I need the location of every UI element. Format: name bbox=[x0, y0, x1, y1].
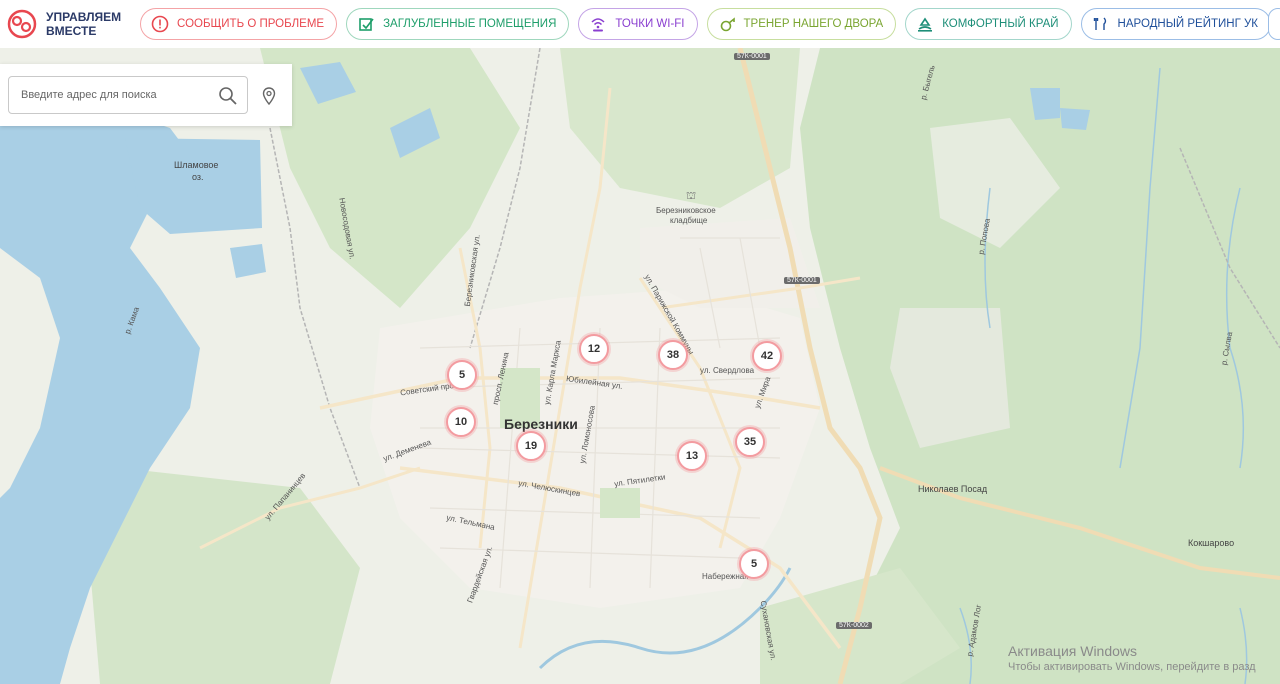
logo[interactable]: УПРАВЛЯЕМ ВМЕСТЕ bbox=[6, 8, 140, 40]
top-navigation-bar: УПРАВЛЯЕМ ВМЕСТЕ СООБЩИТЬ О ПРОБЛЕМЕ ЗАГ… bbox=[0, 0, 1280, 48]
nav-overflow-button[interactable] bbox=[1268, 8, 1280, 40]
place-label-ozero: оз. bbox=[192, 172, 204, 182]
wifi-points-label: ТОЧКИ WI-FI bbox=[615, 18, 685, 30]
road-sign: 57К-0001 bbox=[734, 53, 770, 60]
whistle-icon bbox=[718, 15, 736, 33]
place-label-cemetery-1: Березниковское bbox=[656, 206, 716, 215]
comfort-icon bbox=[916, 15, 934, 33]
map-base-layer bbox=[0, 48, 1280, 684]
road-sign: 57К-0002 bbox=[836, 622, 872, 629]
logo-line1: УПРАВЛЯЕМ bbox=[46, 10, 122, 24]
comfort-region-label: КОМФОРТНЫЙ КРАЙ bbox=[942, 18, 1059, 30]
nav-buttons: СООБЩИТЬ О ПРОБЛЕМЕ ЗАГЛУБЛЕННЫЕ ПОМЕЩЕН… bbox=[140, 8, 1280, 40]
company-rating-button[interactable]: НАРОДНЫЙ РЕЙТИНГ УК bbox=[1080, 8, 1271, 40]
alert-icon bbox=[151, 15, 169, 33]
place-label-nikolaev-posad: Николаев Посад bbox=[918, 484, 988, 494]
shelters-label: ЗАГЛУБЛЕННЫЕ ПОМЕЩЕНИЯ bbox=[383, 18, 557, 30]
logo-text: УПРАВЛЯЕМ ВМЕСТЕ bbox=[46, 10, 121, 38]
shelter-icon bbox=[357, 15, 375, 33]
cluster-marker[interactable]: 13 bbox=[677, 441, 707, 471]
report-problem-button[interactable]: СООБЩИТЬ О ПРОБЛЕМЕ bbox=[140, 8, 338, 40]
cluster-marker[interactable]: 12 bbox=[579, 334, 609, 364]
cluster-marker[interactable]: 10 bbox=[446, 407, 476, 437]
watermark-text: Чтобы активировать Windows, перейдите в … bbox=[1008, 661, 1256, 673]
windows-activation-watermark: Активация Windows Чтобы активировать Win… bbox=[1008, 643, 1256, 673]
place-label-shlamovoe: Шламовое bbox=[174, 160, 219, 170]
address-search-input[interactable] bbox=[21, 89, 201, 101]
wifi-icon bbox=[589, 15, 607, 33]
company-rating-label: НАРОДНЫЙ РЕЙТИНГ УК bbox=[1117, 18, 1258, 30]
rating-icon bbox=[1092, 15, 1110, 33]
watermark-title: Активация Windows bbox=[1008, 643, 1138, 659]
cemetery-icon: ⛫ bbox=[686, 190, 697, 202]
cluster-marker[interactable]: 42 bbox=[752, 341, 782, 371]
cluster-marker[interactable]: 5 bbox=[447, 360, 477, 390]
logo-icon bbox=[7, 9, 37, 39]
logo-line2: ВМЕСТЕ bbox=[46, 24, 97, 38]
report-problem-label: СООБЩИТЬ О ПРОБЛЕМЕ bbox=[177, 18, 325, 30]
map-canvas[interactable]: Березники Шламовое оз. Березниковское кл… bbox=[0, 48, 1280, 684]
search-panel bbox=[0, 64, 292, 126]
place-label-koksharovo: Кокшарово bbox=[1188, 538, 1235, 548]
search-icon[interactable] bbox=[218, 86, 238, 106]
yard-coach-label: ТРЕНЕР НАШЕГО ДВОРА bbox=[743, 18, 884, 30]
location-pin-icon[interactable] bbox=[262, 87, 276, 105]
cluster-marker[interactable]: 38 bbox=[658, 340, 688, 370]
city-label: Березники bbox=[504, 416, 578, 432]
shelters-button[interactable]: ЗАГЛУБЛЕННЫЕ ПОМЕЩЕНИЯ bbox=[346, 8, 570, 40]
cluster-marker[interactable]: 35 bbox=[735, 427, 765, 457]
yard-coach-button[interactable]: ТРЕНЕР НАШЕГО ДВОРА bbox=[706, 8, 897, 40]
cluster-marker[interactable]: 5 bbox=[739, 549, 769, 579]
cluster-marker[interactable]: 19 bbox=[516, 431, 546, 461]
place-label-cemetery-2: кладбище bbox=[670, 216, 708, 225]
comfort-region-button[interactable]: КОМФОРТНЫЙ КРАЙ bbox=[905, 8, 1072, 40]
search-box[interactable] bbox=[8, 76, 248, 114]
wifi-points-button[interactable]: ТОЧКИ WI-FI bbox=[578, 8, 698, 40]
road-sign: 57К-0001 bbox=[784, 277, 820, 284]
street-label: ул. Свердлова bbox=[700, 366, 755, 375]
